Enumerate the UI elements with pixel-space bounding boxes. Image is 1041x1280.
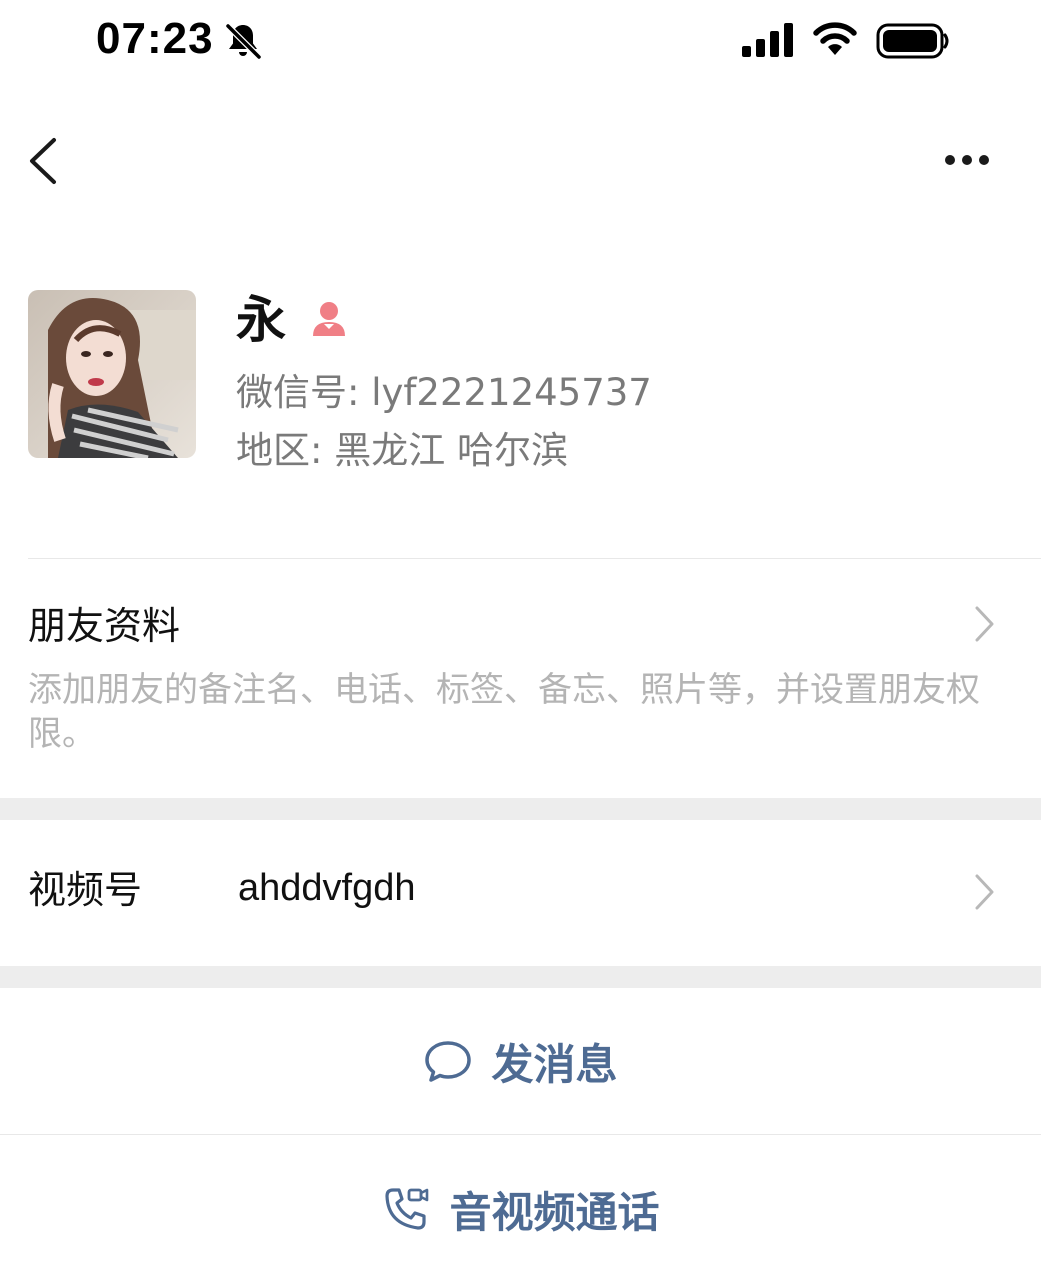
divider — [28, 558, 1041, 559]
chevron-right-icon — [975, 874, 994, 910]
back-button[interactable] — [22, 132, 70, 190]
avatar-image — [28, 290, 196, 458]
region: 地区: 黑龙江 哈尔滨 — [236, 429, 568, 472]
cellular-signal-icon — [742, 23, 793, 57]
female-icon — [313, 302, 345, 336]
friend-info-description: 添加朋友的备注名、电话、标签、备忘、照片等，并设置朋友权限。 — [28, 670, 980, 754]
profile-name: 永 — [236, 291, 286, 349]
channels-row[interactable]: 视频号 ahddvfgdh — [0, 820, 1041, 966]
bell-muted-icon — [225, 23, 262, 60]
video-call-button[interactable]: 音视频通话 — [0, 1136, 1041, 1280]
avatar[interactable] — [28, 290, 196, 458]
video-call-label: 音视频通话 — [449, 1187, 660, 1237]
send-message-button[interactable]: 发消息 — [0, 988, 1041, 1134]
status-bar: 07:23 — [0, 0, 1041, 84]
divider — [0, 1134, 1041, 1135]
battery-icon — [876, 23, 949, 59]
phone-video-icon — [385, 1188, 429, 1230]
channels-value: ahddvfgdh — [238, 867, 416, 909]
chevron-left-icon — [30, 138, 56, 184]
more-options-button[interactable] — [934, 140, 1002, 180]
more-dots-icon — [945, 155, 989, 165]
section-gap — [0, 966, 1041, 988]
send-message-label: 发消息 — [491, 1039, 618, 1089]
wifi-icon — [813, 22, 857, 55]
section-gap — [0, 798, 1041, 820]
friend-info-row[interactable]: 朋友资料 添加朋友的备注名、电话、标签、备忘、照片等，并设置朋友权限。 — [0, 560, 1041, 798]
chevron-right-icon — [975, 606, 994, 642]
chat-bubble-icon — [425, 1041, 472, 1082]
wechat-id: 微信号: lyf2221245737 — [236, 371, 652, 414]
channels-label: 视频号 — [28, 868, 143, 912]
status-time: 07:23 — [96, 14, 214, 63]
friend-info-title: 朋友资料 — [28, 604, 181, 648]
